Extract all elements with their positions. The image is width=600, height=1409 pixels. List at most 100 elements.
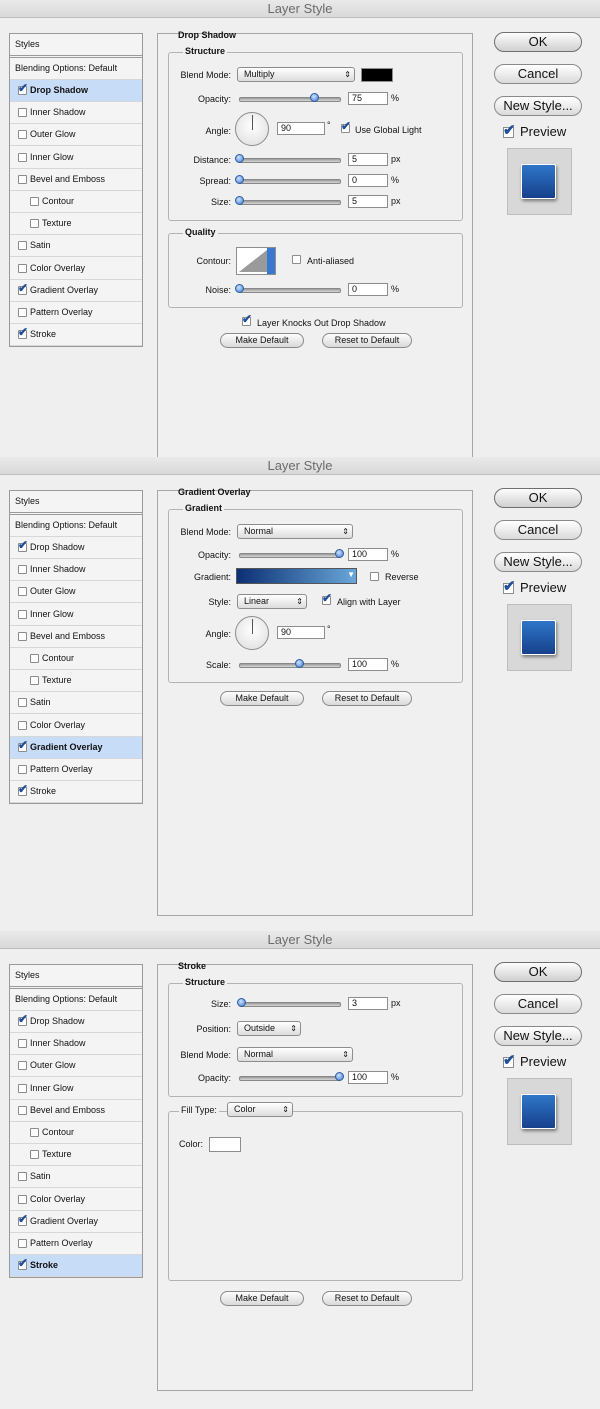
new-style-button[interactable]: New Style... bbox=[494, 552, 582, 572]
angle-dial[interactable] bbox=[235, 112, 269, 146]
spread-slider-track[interactable] bbox=[239, 179, 341, 184]
style-checkbox[interactable]: ✔ bbox=[18, 539, 28, 552]
style-item-gradient-overlay[interactable]: ✔ Gradient Overlay bbox=[10, 736, 142, 759]
style-checkbox[interactable] bbox=[18, 1061, 27, 1071]
style-checkbox[interactable] bbox=[18, 1105, 27, 1115]
style-checkbox[interactable] bbox=[18, 241, 27, 251]
style-checkbox[interactable] bbox=[30, 654, 39, 663]
style-item-satin[interactable]: Satin bbox=[10, 1166, 142, 1189]
style-checkbox[interactable] bbox=[30, 1128, 39, 1137]
new-style-button[interactable]: New Style... bbox=[494, 96, 582, 116]
spread-field[interactable]: 0 bbox=[348, 174, 388, 187]
size-slider-track[interactable] bbox=[239, 200, 341, 205]
preview-checkbox[interactable]: ✔ bbox=[503, 123, 516, 138]
style-checkbox[interactable]: ✔ bbox=[18, 82, 28, 95]
blending-options-item[interactable]: Blending Options: Default bbox=[10, 58, 142, 80]
opacity-slider-track[interactable] bbox=[239, 97, 341, 102]
style-item-color-overlay[interactable]: Color Overlay bbox=[10, 258, 142, 280]
style-item-contour[interactable]: Contour bbox=[10, 1122, 142, 1144]
shadow-color-swatch[interactable] bbox=[361, 68, 393, 82]
style-item-drop-shadow[interactable]: ✔ Drop Shadow bbox=[10, 1011, 142, 1033]
style-item-inner-shadow[interactable]: Inner Shadow bbox=[10, 102, 142, 125]
contour-picker[interactable] bbox=[236, 247, 276, 275]
style-item-pattern-overlay[interactable]: Pattern Overlay bbox=[10, 302, 142, 324]
make-default-button[interactable]: Make Default bbox=[220, 333, 304, 348]
style-item-contour[interactable]: Contour bbox=[10, 191, 142, 213]
size-field[interactable]: 5 bbox=[348, 195, 388, 208]
reset-default-button[interactable]: Reset to Default bbox=[322, 333, 412, 348]
style-checkbox[interactable] bbox=[18, 720, 27, 730]
styles-header[interactable]: Styles bbox=[10, 34, 142, 58]
style-checkbox[interactable]: ✔ bbox=[18, 783, 28, 797]
cancel-button[interactable]: Cancel bbox=[494, 64, 582, 84]
blending-options-item[interactable]: Blending Options: Default bbox=[10, 515, 142, 537]
style-checkbox[interactable] bbox=[18, 1172, 27, 1182]
style-item-pattern-overlay[interactable]: Pattern Overlay bbox=[10, 759, 142, 781]
size-slider-thumb[interactable] bbox=[235, 196, 244, 205]
scale-slider-thumb[interactable] bbox=[295, 659, 304, 668]
styles-header[interactable]: Styles bbox=[10, 491, 142, 515]
style-checkbox[interactable] bbox=[18, 609, 27, 619]
size-field[interactable]: 3 bbox=[348, 997, 388, 1010]
style-item-drop-shadow[interactable]: ✔ Drop Shadow bbox=[10, 537, 142, 559]
style-checkbox[interactable] bbox=[30, 197, 39, 206]
style-checkbox[interactable] bbox=[30, 1150, 39, 1160]
style-checkbox[interactable] bbox=[18, 108, 27, 118]
knocks-out-checkbox[interactable]: ✔ bbox=[242, 313, 252, 326]
style-checkbox[interactable]: ✔ bbox=[18, 1013, 28, 1026]
distance-slider-track[interactable] bbox=[239, 158, 341, 163]
style-item-inner-shadow[interactable]: Inner Shadow bbox=[10, 1033, 142, 1056]
style-item-outer-glow[interactable]: Outer Glow bbox=[10, 581, 142, 604]
style-checkbox[interactable] bbox=[18, 565, 27, 575]
style-item-inner-glow[interactable]: Inner Glow bbox=[10, 147, 142, 169]
opacity-field[interactable]: 100 bbox=[348, 548, 388, 561]
opacity-field[interactable]: 75 bbox=[348, 92, 388, 105]
noise-field[interactable]: 0 bbox=[348, 283, 388, 296]
style-checkbox[interactable]: ✔ bbox=[18, 326, 28, 340]
distance-field[interactable]: 5 bbox=[348, 153, 388, 166]
opacity-slider-track[interactable] bbox=[239, 553, 341, 558]
style-item-contour[interactable]: Contour bbox=[10, 648, 142, 670]
style-checkbox[interactable] bbox=[18, 130, 27, 140]
style-item-gradient-overlay[interactable]: ✔ Gradient Overlay bbox=[10, 1211, 142, 1233]
style-item-drop-shadow[interactable]: ✔ Drop Shadow bbox=[10, 80, 142, 102]
blend-mode-select[interactable]: Normal ⇕ bbox=[237, 1047, 353, 1062]
style-item-inner-glow[interactable]: Inner Glow bbox=[10, 604, 142, 626]
scale-field[interactable]: 100 bbox=[348, 658, 388, 671]
style-checkbox[interactable] bbox=[18, 587, 27, 597]
blending-options-item[interactable]: Blending Options: Default bbox=[10, 989, 142, 1011]
reset-default-button[interactable]: Reset to Default bbox=[322, 691, 412, 706]
style-item-satin[interactable]: Satin bbox=[10, 235, 142, 258]
style-item-stroke[interactable]: ✔ Stroke bbox=[10, 324, 142, 347]
reset-default-button[interactable]: Reset to Default bbox=[322, 1291, 412, 1306]
style-item-satin[interactable]: Satin bbox=[10, 692, 142, 715]
style-item-bevel-and-emboss[interactable]: Bevel and Emboss bbox=[10, 169, 142, 191]
style-checkbox[interactable] bbox=[18, 698, 27, 708]
style-checkbox[interactable] bbox=[18, 1194, 27, 1204]
noise-slider-track[interactable] bbox=[239, 288, 341, 293]
make-default-button[interactable]: Make Default bbox=[220, 1291, 304, 1306]
style-item-inner-glow[interactable]: Inner Glow bbox=[10, 1078, 142, 1100]
style-item-stroke[interactable]: ✔ Stroke bbox=[10, 781, 142, 804]
cancel-button[interactable]: Cancel bbox=[494, 994, 582, 1014]
style-item-outer-glow[interactable]: Outer Glow bbox=[10, 124, 142, 147]
style-checkbox[interactable] bbox=[18, 1083, 27, 1093]
style-checkbox[interactable] bbox=[18, 263, 27, 273]
style-item-bevel-and-emboss[interactable]: Bevel and Emboss bbox=[10, 626, 142, 648]
cancel-button[interactable]: Cancel bbox=[494, 520, 582, 540]
reverse-checkbox[interactable] bbox=[370, 572, 379, 581]
size-slider-track[interactable] bbox=[239, 1002, 341, 1007]
gradient-picker[interactable]: ▼ bbox=[236, 568, 357, 584]
style-item-texture[interactable]: Texture bbox=[10, 1144, 142, 1167]
anti-aliased-checkbox[interactable] bbox=[292, 255, 301, 264]
style-checkbox[interactable]: ✔ bbox=[18, 282, 28, 295]
style-item-stroke[interactable]: ✔ Stroke bbox=[10, 1255, 142, 1278]
style-item-texture[interactable]: Texture bbox=[10, 670, 142, 693]
distance-slider-thumb[interactable] bbox=[235, 154, 244, 163]
preview-checkbox[interactable]: ✔ bbox=[503, 579, 516, 594]
style-item-color-overlay[interactable]: Color Overlay bbox=[10, 715, 142, 737]
style-checkbox[interactable] bbox=[18, 308, 27, 317]
angle-field[interactable]: 90 bbox=[277, 122, 325, 135]
noise-slider-thumb[interactable] bbox=[235, 284, 244, 293]
style-checkbox[interactable]: ✔ bbox=[18, 1257, 28, 1271]
